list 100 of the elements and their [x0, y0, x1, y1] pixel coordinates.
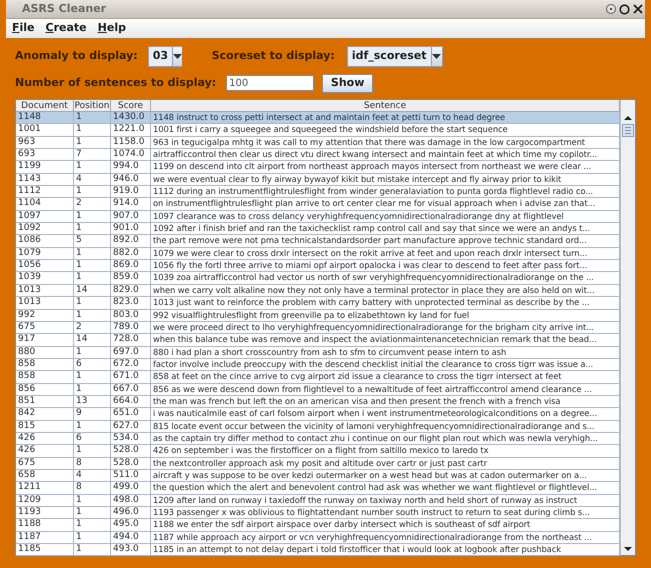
table-cell: 1188	[16, 519, 74, 531]
table-row[interactable]: 1148 1 1430.0 1148 instruct to cross petti intersect at and maintain feet at petti turn to head degree	[16, 112, 620, 124]
table-cell: 1148	[16, 112, 74, 124]
table-cell: 13	[74, 396, 111, 408]
table-cell: 496.0	[111, 507, 151, 518]
table-row[interactable]: 963 1 1158.0 963 in tegucigalpa mhtg it was call to my attention that there was damage in the low cargocompartment	[16, 136, 620, 150]
table-cell: 672.0	[111, 358, 151, 370]
anomaly-dropdown[interactable]: 03	[148, 46, 182, 66]
table-row[interactable]: 1001 1 1221.0 1001 first i carry a squeegee and squeegeed the windshield before the start sequence	[16, 124, 620, 137]
table-row[interactable]: 675 8 528.0 the nextcontroller approach ask my posit and altitude over cartr or just past cartr	[16, 458, 620, 470]
table-cell: 1	[74, 310, 111, 321]
table-cell: 858	[16, 358, 74, 370]
table-row[interactable]: 1086 5 892.0 the part remove were not pma technicalstandardsorder part manufacture approve technic standard ord...	[16, 235, 620, 248]
table-cell: 667.0	[111, 384, 151, 395]
table-cell: 1	[74, 223, 111, 234]
table-cell: 1112	[16, 186, 74, 198]
table-row[interactable]: 1185 1 493.0 1185 in an attempt to not delay depart i told firstofficer that i would look at logbook after pushback	[16, 544, 620, 556]
table-row[interactable]: 1211 8 499.0 the question which the alert and benevolent control had ask was whether we want flightlevel or flightlevel...	[16, 482, 620, 495]
column-header[interactable]: Position	[74, 100, 111, 111]
table-cell: 1079	[16, 248, 74, 260]
table-cell: 907.0	[111, 210, 151, 222]
scoreset-dropdown[interactable]: idf_scoreset	[346, 46, 443, 66]
table-cell: 919.0	[111, 186, 151, 198]
table-cell: 1	[74, 544, 111, 556]
table-row[interactable]: 1199 1 994.0 1199 on descend into clt airport from northeast approach mayos intersect from northeast we were clear ...	[16, 161, 620, 174]
table-cell: 1	[74, 371, 111, 383]
table-cell: 7	[74, 149, 111, 160]
table-row[interactable]: 658 4 511.0 aircraft y was suppose to be over kedzi outermarker on a west head but was at cadon outermarker on a...	[16, 470, 620, 482]
table-cell: 1	[74, 346, 111, 358]
table-row[interactable]: 1097 1 907.0 1097 clearance was to cross delancy veryhighfrequencyomnidirectionalradiorange dny at flightlevel	[16, 210, 620, 224]
table-cell: 675	[16, 458, 74, 469]
table-row[interactable]: 1039 1 859.0 1039 zoa airtrafficcontrol had vector us north of swr veryhighfrequencyomnidirectionalradiorange on the ...	[16, 272, 620, 285]
table-cell: 693	[16, 149, 74, 160]
table-cell: 1013	[16, 297, 74, 308]
table-cell: 1	[74, 260, 111, 272]
table-row[interactable]: 1079 1 882.0 1079 we were clear to cross drxlr intersect on the rokit arrive at feet and upon reach drxlr intersect turn...	[16, 248, 620, 260]
table-row[interactable]: 1104 2 914.0 on instrumentflightrulesflight plan arrive to ort center clear me for visual approach when i advise zan that...	[16, 198, 620, 211]
table-cell: 4	[74, 470, 111, 482]
table-row[interactable]: 1193 1 496.0 1193 passenger x was oblivious to flightattendant number south instruct to return to seat during climb s...	[16, 507, 620, 520]
table-row[interactable]: 1187 1 494.0 1187 while approach acy airport or vcn veryhighfrequencyomnidirectionalradiorange from the northeast ...	[16, 532, 620, 544]
table-row[interactable]: 1112 1 919.0 1112 during an instrumentflightrulesflight from winder generalaviation to punta gorda flightlevel radio co...	[16, 186, 620, 198]
column-header[interactable]: Document	[16, 100, 74, 111]
table-row[interactable]: 693 7 1074.0 airtrafficcontrol then clear us direct vtu direct kwang intersect and maintain feet at which time my copilotr...	[16, 149, 620, 162]
table-cell: 728.0	[111, 334, 151, 346]
table-row[interactable]: 1056 1 869.0 1056 fly the fortl three arrive to miami opf airport opalocka i was clear to descend to feet after pass fort...	[16, 260, 620, 272]
table-row[interactable]: 426 6 534.0 as the captain try differ method to contact zhu i continue on our flight plan rout which was newla veryhigh...	[16, 432, 620, 446]
table-cell: 6	[74, 432, 111, 444]
table-cell: 1	[74, 136, 111, 148]
table-row[interactable]: 1209 1 498.0 1209 after land on runway i taxiedoff the runway on taxiway north and held short of runway as instruct	[16, 494, 620, 507]
table-row[interactable]: 842 9 651.0 i was nauticalmile east of carl folsom airport when i went instrumentmeteorologicalconditions on a degree...	[16, 408, 620, 421]
table-cell: 789.0	[111, 322, 151, 334]
table-cell: 2	[74, 322, 111, 334]
table-cell: 859.0	[111, 272, 151, 284]
menu-item[interactable]: File	[12, 20, 35, 37]
sentences-input-field[interactable]: 100	[226, 75, 314, 91]
table-cell: 1187	[16, 532, 74, 544]
table-cell: 426	[16, 445, 74, 457]
table-row[interactable]: 1013 14 829.0 when we carry volt alkaline now they not only have a terminal protector in place they are also held on wit...	[16, 284, 620, 298]
table-cell: 851	[16, 396, 74, 408]
table-row[interactable]: 1188 1 495.0 1188 we enter the sdf airport airspace over darby intersect which is southeast of sdf airport	[16, 519, 620, 532]
table-row[interactable]: 1013 1 823.0 1013 just want to reinforce the problem with carry battery with unprotected terminal as describe by the ...	[16, 297, 620, 310]
table-row[interactable]: 880 1 697.0 880 i had plan a short crosscountry from ash to sfm to circumvent pease intern to ash	[16, 346, 620, 359]
table-row[interactable]: 992 1 803.0 992 visualflightrulesflight from greenville pa to elizabethtown ky land for fuel	[16, 310, 620, 322]
table-cell: 1	[74, 112, 111, 124]
table-cell: 880	[16, 346, 74, 358]
table-cell: 1001	[16, 124, 74, 136]
column-header[interactable]: Score	[111, 100, 151, 111]
table-row[interactable]: 856 1 667.0 856 as we were descend down from flightlevel to a newaltitude of feet airtrafficcontrol amend clearance ...	[16, 384, 620, 396]
table-cell: 1	[74, 445, 111, 457]
table-row[interactable]: 1143 4 946.0 we were eventual clear to fly airway bywayof kikit but mistake intercept and fly airway prior to kikit	[16, 174, 620, 186]
table-cell: 534.0	[111, 432, 151, 444]
table-row[interactable]: 675 2 789.0 we were proceed direct to lho veryhighfrequencyomnidirectionalradiorange for the brigham city arrive int...	[16, 322, 620, 334]
table-cell: 2	[74, 198, 111, 210]
table-cell: 917	[16, 334, 74, 346]
menu-item[interactable]: Help	[98, 20, 126, 37]
table-row[interactable]: 858 1 671.0 858 at feet on the cince arrive to cvg airport zid issue a clearance to cross the tigrr intersect at feet	[16, 371, 620, 384]
table-row[interactable]: 426 1 528.0 426 on september i was the firstofficer on a flight from saltillo mexico to laredo tx	[16, 445, 620, 458]
table-cell: 829.0	[111, 284, 151, 296]
table-row[interactable]: 858 6 672.0 factor involve include preoccupy with the descend checklist initial the clearance to cross tigrr was issue a...	[16, 358, 620, 372]
table-cell: 1056	[16, 260, 74, 272]
show-button[interactable]: Show	[322, 74, 374, 92]
table-row[interactable]: 1092 1 901.0 1092 after i finish brief and ran the taxichecklist ramp control call and say that since we were an andys t...	[16, 223, 620, 236]
table-cell: 842	[16, 408, 74, 420]
table-cell: 697.0	[111, 346, 151, 358]
table-cell: 658	[16, 470, 74, 482]
table-cell: 8	[74, 458, 111, 469]
table-row[interactable]: 851 13 664.0 the man was french but left the on an american visa and then present the french with a french visa	[16, 396, 620, 408]
menu-item[interactable]: Create	[46, 20, 87, 37]
table-cell: 1209	[16, 494, 74, 506]
table-cell: 528.0	[111, 458, 151, 469]
table-row[interactable]: 815 1 627.0 815 locate event occur between the vicinity of lamoni veryhighfrequencyomnidirectionalradiorange and s...	[16, 420, 620, 433]
table-cell: 675	[16, 322, 74, 334]
table-row[interactable]: 917 14 728.0 when this balance tube was remove and inspect the aviationmaintenancetechnician remark that the bead...	[16, 334, 620, 347]
table-cell: 499.0	[111, 482, 151, 494]
table-cell: 671.0	[111, 371, 151, 383]
table-cell: 1074.0	[111, 149, 151, 160]
table-cell: 1092	[16, 223, 74, 234]
table-cell: 856	[16, 384, 74, 395]
table-cell: 1193	[16, 507, 74, 518]
table-cell: 1097	[16, 210, 74, 222]
